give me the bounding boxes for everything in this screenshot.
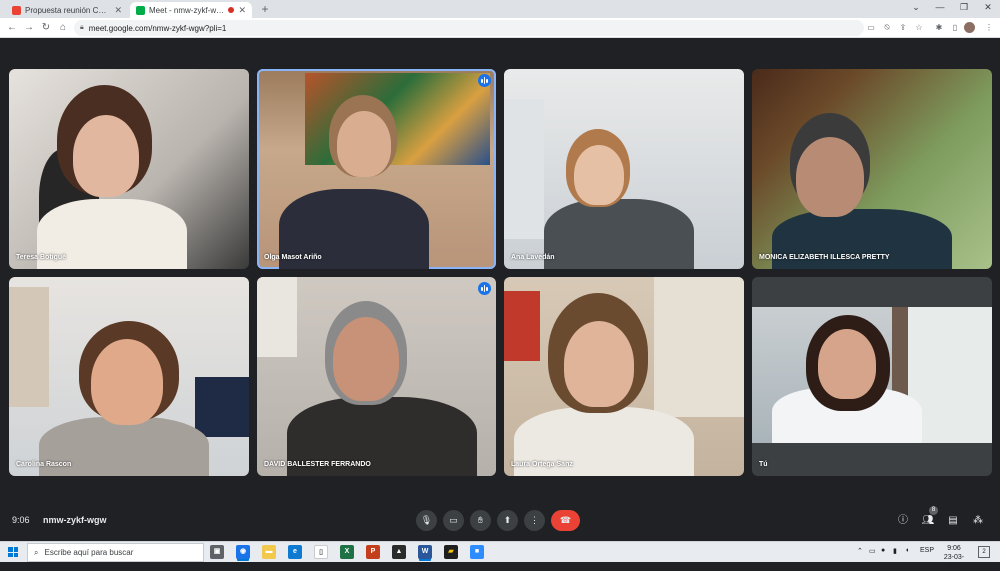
- network-icon[interactable]: ▮: [893, 547, 897, 555]
- word-icon[interactable]: W: [418, 545, 432, 559]
- participant-name: Carolina Rascon: [16, 461, 72, 468]
- volume-icon[interactable]: ◖: [905, 547, 909, 554]
- bookmark-star-icon[interactable]: ☆: [914, 23, 924, 33]
- close-window-button[interactable]: ✕: [978, 2, 998, 13]
- forward-button[interactable]: →: [23, 22, 35, 34]
- recording-dot-icon: [228, 7, 235, 13]
- meeting-time: 9:06: [12, 515, 30, 525]
- meeting-code: nmw-zykf-wgw: [43, 515, 107, 525]
- chrome-icon[interactable]: ◉: [236, 545, 250, 559]
- clock-time: 9:06: [947, 545, 961, 552]
- notifications-off-icon[interactable]: ⍉: [882, 23, 892, 33]
- edge-icon[interactable]: e: [288, 545, 302, 559]
- participant-tile[interactable]: Laura Ortega Sanz: [504, 277, 744, 476]
- people-button[interactable]: 👥︎: [920, 513, 936, 529]
- browser-tab-strip: Propuesta reunión Cansancio en ✕ Meet - …: [0, 0, 1000, 18]
- raise-hand-button[interactable]: ✋︎: [470, 510, 491, 531]
- participant-name: Teresa Botigué: [16, 254, 67, 261]
- end-call-button[interactable]: ☎︎: [551, 510, 580, 531]
- participant-tile[interactable]: Ana Lavedán: [504, 69, 744, 269]
- more-vert-icon: ⋮: [530, 515, 539, 525]
- browser-toolbar: ← → ↻ ⌂ 🔒︎ meet.google.com/nmw-zykf-wgw?…: [0, 18, 1000, 38]
- phone-hangup-icon: ☎︎: [559, 515, 572, 525]
- meet-icon: [136, 5, 145, 15]
- gmail-icon: [12, 5, 21, 15]
- tab-title: Meet - nmw-zykf-wgw: [149, 5, 225, 15]
- speaking-indicator-icon: [478, 282, 491, 295]
- tab-gmail[interactable]: Propuesta reunión Cansancio en ✕: [6, 2, 128, 18]
- document-icon[interactable]: ▯: [314, 545, 328, 559]
- participant-tile[interactable]: Olga Masot Ariño: [257, 69, 496, 269]
- close-icon[interactable]: ✕: [114, 5, 122, 16]
- participant-tile[interactable]: Carolina Rascon: [9, 277, 249, 476]
- activities-button[interactable]: ⁂: [970, 513, 986, 529]
- present-screen-button[interactable]: ⬆: [497, 510, 518, 531]
- avatar[interactable]: [964, 22, 975, 33]
- participant-name: DAVID BALLESTER FERRANDO: [264, 461, 371, 468]
- people-icon: 👥︎: [921, 515, 935, 526]
- tab-meet[interactable]: Meet - nmw-zykf-wgw ✕: [130, 2, 252, 18]
- excel-icon[interactable]: X: [340, 545, 354, 559]
- lock-icon: 🔒︎: [80, 24, 84, 31]
- chat-button[interactable]: ▤: [945, 513, 961, 529]
- clock-date: 23-03-2022: [943, 554, 965, 570]
- participant-tile[interactable]: MONICA ELIZABETH ILLESCA PRETTY: [752, 69, 992, 269]
- reload-button[interactable]: ↻: [40, 22, 52, 34]
- participant-tile[interactable]: DAVID BALLESTER FERRANDO: [257, 277, 496, 476]
- app-icon[interactable]: ▲: [392, 545, 406, 559]
- participant-name: Laura Ortega Sanz: [511, 461, 573, 468]
- menu-icon[interactable]: ⋮: [984, 23, 994, 33]
- more-options-button[interactable]: ⋮: [524, 510, 545, 531]
- chat-icon: ▤: [948, 515, 958, 526]
- task-view-icon[interactable]: ▣: [210, 545, 224, 559]
- activities-icon: ⁂: [973, 515, 983, 526]
- info-icon: ⓘ: [898, 515, 908, 526]
- restore-button[interactable]: ❐: [954, 2, 974, 13]
- notification-count: 2: [982, 549, 986, 555]
- extensions-icon[interactable]: ✱: [934, 23, 944, 33]
- microphone-icon: 🎙︎: [420, 515, 433, 525]
- windows-start-icon[interactable]: [8, 547, 18, 557]
- tab-title: Propuesta reunión Cansancio en: [25, 5, 111, 15]
- system-clock[interactable]: 9:06 23-03-2022: [938, 544, 970, 571]
- meeting-details-button[interactable]: ⓘ: [895, 513, 911, 529]
- participant-count-badge: 8: [929, 506, 938, 515]
- microphone-button[interactable]: 🎙︎: [416, 510, 437, 531]
- search-icon: ⌕: [34, 547, 39, 557]
- participant-tile-self[interactable]: Tú: [752, 277, 992, 476]
- side-panel-icon[interactable]: ▯: [950, 23, 960, 33]
- search-placeholder: Escribe aquí para buscar: [44, 548, 134, 557]
- microphone-tray-icon[interactable]: ●: [881, 547, 885, 554]
- chevron-up-icon[interactable]: ⌃: [857, 547, 863, 555]
- participant-name: Tú: [759, 461, 768, 468]
- camera-button[interactable]: ▭: [443, 510, 464, 531]
- url-text: meet.google.com/nmw-zykf-wgw?pli=1: [88, 23, 227, 33]
- participant-tile[interactable]: Teresa Botigué: [9, 69, 249, 269]
- new-tab-button[interactable]: +: [258, 2, 272, 16]
- camera-icon[interactable]: ▭: [866, 23, 876, 33]
- minimize-button[interactable]: —: [930, 2, 950, 12]
- present-icon: ⬆: [503, 515, 512, 525]
- notifications-button[interactable]: 2: [978, 546, 990, 558]
- battery-icon[interactable]: ▭: [869, 547, 876, 555]
- back-button[interactable]: ←: [6, 22, 18, 34]
- windows-taskbar: ⌕ Escribe aquí para buscar ▣ ◉ ▬ e ▯ X P…: [0, 541, 1000, 570]
- share-icon[interactable]: ⇪: [898, 23, 908, 33]
- speaking-indicator-icon: [478, 74, 491, 87]
- participant-name: MONICA ELIZABETH ILLESCA PRETTY: [759, 254, 890, 261]
- tab-search-button[interactable]: ⌄: [906, 2, 926, 13]
- home-button[interactable]: ⌂: [57, 22, 69, 34]
- language-indicator[interactable]: ESP: [920, 547, 934, 554]
- participant-name: Olga Masot Ariño: [264, 254, 322, 261]
- sticky-notes-icon[interactable]: ▰: [444, 545, 458, 559]
- hand-icon: ✋︎: [477, 515, 484, 525]
- address-bar[interactable]: 🔒︎ meet.google.com/nmw-zykf-wgw?pli=1: [74, 20, 864, 36]
- participant-name: Ana Lavedán: [511, 254, 555, 261]
- zoom-icon[interactable]: ■: [470, 545, 484, 559]
- powerpoint-icon[interactable]: P: [366, 545, 380, 559]
- video-camera-icon: ▭: [449, 515, 458, 525]
- file-explorer-icon[interactable]: ▬: [262, 545, 276, 559]
- close-icon[interactable]: ✕: [238, 5, 246, 16]
- taskbar-search-input[interactable]: ⌕ Escribe aquí para buscar: [27, 543, 204, 562]
